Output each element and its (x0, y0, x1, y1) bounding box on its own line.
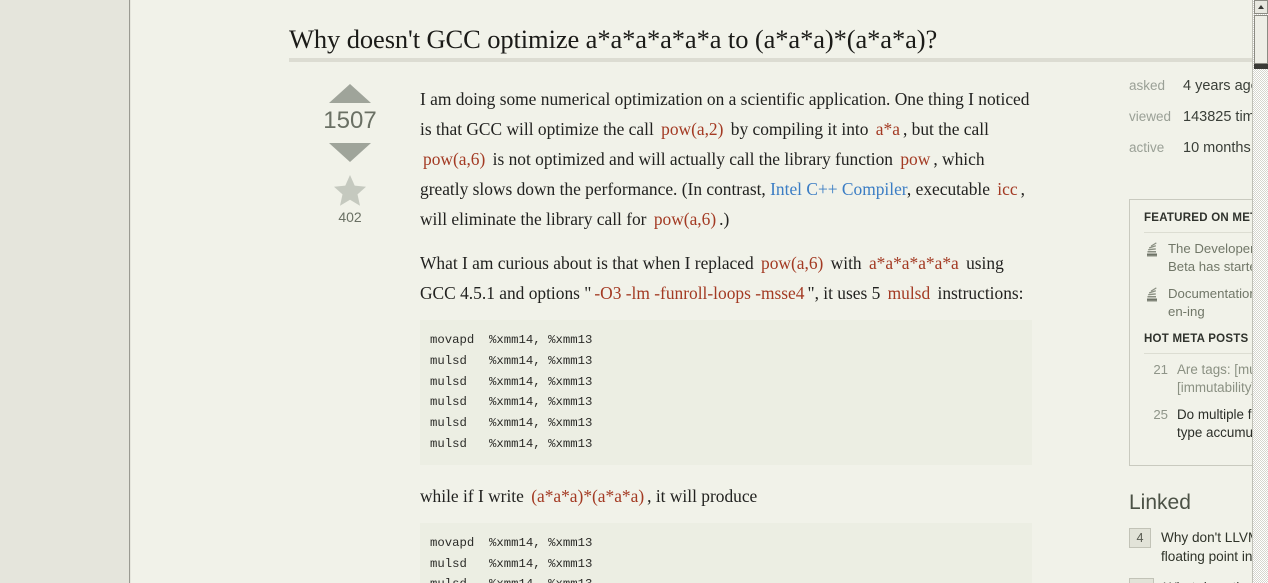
p1-text-3: , but the call (902, 119, 989, 139)
vote-cell: 1507 402 (316, 80, 384, 225)
page-root: Why doesn't GCC optimize a*a*a*a*a*a to … (0, 0, 1268, 583)
question-stats: asked 4 years ago viewed 143825 times ac… (1129, 78, 1268, 171)
scroll-up-button[interactable] (1254, 0, 1268, 14)
meta-sidebar-box: FEATURED ON META The Developer Story: Pr… (1129, 199, 1268, 466)
p3-text-1: while if I write (420, 485, 529, 506)
p3-text-2: , it will produce (647, 485, 758, 506)
linked-question-title[interactable]: What does the constant 0.0039215689 repr… (1154, 578, 1268, 583)
post-body: I am doing some numerical optimization o… (420, 84, 1032, 583)
hot-meta-posts-heading: HOT META POSTS (1144, 333, 1268, 354)
inline-code-a-six-times: a*a*a*a*a*a (868, 253, 959, 273)
stat-row-active: active 10 months ago (1129, 140, 1268, 171)
inline-code-pow-a-6-third: pow(a,6) (761, 253, 824, 273)
body-paragraph-2: What I am curious about is that when I r… (420, 248, 1032, 308)
p2-text-1: What I am curious about is that when I r… (420, 253, 759, 273)
inline-code-icc-first: icc (997, 179, 1018, 199)
linked-question-item[interactable]: 267 What does the constant 0.0039215689 … (1129, 578, 1268, 583)
title-divider (289, 58, 1268, 62)
favorite-star-icon[interactable] (333, 174, 367, 207)
inline-code-grouped-product: (a*a*a)*(a*a*a) (531, 485, 645, 506)
left-gutter (0, 0, 130, 583)
p2-text-5: instructions: (933, 283, 1024, 303)
p2-text-2: with (826, 253, 866, 273)
hot-meta-post-item[interactable]: 25 Do multiple flags of the same type ac… (1144, 406, 1268, 442)
linked-score-badge: 4 (1129, 528, 1151, 548)
stat-label-viewed: viewed (1129, 109, 1172, 124)
inline-code-pow-a-6-first: pow(a,6) (423, 149, 486, 169)
page-title: Why doesn't GCC optimize a*a*a*a*a*a to … (289, 24, 938, 54)
hot-post-score: 25 (1153, 407, 1168, 422)
p1-text-6: , executable (906, 179, 995, 199)
favorite-count: 402 (338, 209, 362, 225)
inline-code-gcc-options: -O3 -lm -funroll-loops -msse4 (594, 283, 805, 303)
inline-code-pow: pow (900, 149, 931, 169)
link-intel-cpp-compiler[interactable]: Intel C++ Compiler (770, 179, 907, 199)
stat-label-asked: asked (1129, 78, 1166, 93)
downvote-arrow-icon[interactable] (329, 143, 371, 162)
scrollbar-thumb[interactable] (1254, 15, 1268, 64)
p1-text-8: .) (719, 209, 730, 229)
p1-text-4: is not optimized and will actually call … (488, 149, 898, 169)
inline-code-a-times-a: a*a (875, 119, 900, 139)
stat-row-asked: asked 4 years ago (1129, 78, 1268, 109)
linked-score-badge: 267 (1129, 578, 1155, 583)
hot-meta-post-item[interactable]: 21 Are tags: [mutability] and [immutabil… (1144, 361, 1268, 397)
vertical-scrollbar[interactable] (1252, 0, 1268, 583)
linked-section-heading: Linked (1129, 491, 1191, 514)
inline-code-mulsd: mulsd (887, 283, 931, 303)
hot-post-score: 21 (1153, 362, 1168, 377)
scrollbar-marker (1254, 64, 1268, 69)
upvote-arrow-icon[interactable] (329, 84, 371, 103)
featured-item[interactable]: Documentation: The Update-en-ing (1144, 285, 1268, 321)
chevron-up-icon (1258, 5, 1264, 9)
p2-text-4: ", it uses 5 (807, 283, 885, 303)
stat-label-active: active (1129, 140, 1165, 155)
p1-text-2: by compiling it into (726, 119, 873, 139)
inline-code-pow-a-6-second: pow(a,6) (653, 209, 717, 229)
right-sidebar: asked 4 years ago viewed 143825 times ac… (1129, 78, 1268, 583)
stack-overflow-meta-icon (1144, 240, 1162, 262)
linked-question-item[interactable]: 4 Why don't LLVM passes optimize floatin… (1129, 528, 1268, 566)
content-area: Why doesn't GCC optimize a*a*a*a*a*a to … (131, 0, 1268, 583)
stat-value-asked: 4 years ago (1183, 78, 1259, 94)
body-paragraph-3: while if I write (a*a*a)*(a*a*a), it wil… (420, 481, 1032, 511)
code-block-unoptimized: movapd %xmm14, %xmm13 mulsd %xmm14, %xmm… (420, 320, 1032, 465)
linked-question-title[interactable]: Why don't LLVM passes optimize floating … (1151, 528, 1268, 566)
code-block-optimized: movapd %xmm14, %xmm13 mulsd %xmm14, %xmm… (420, 522, 1032, 583)
stack-overflow-meta-icon (1144, 285, 1162, 307)
featured-on-meta-heading: FEATURED ON META (1144, 212, 1268, 233)
vote-count: 1507 (323, 107, 377, 134)
stat-row-viewed: viewed 143825 times (1129, 109, 1268, 140)
featured-item[interactable]: The Developer Story: Private Beta has st… (1144, 240, 1268, 276)
inline-code-pow-a-2: pow(a,2) (661, 119, 724, 139)
body-paragraph-1: I am doing some numerical optimization o… (420, 84, 1032, 234)
